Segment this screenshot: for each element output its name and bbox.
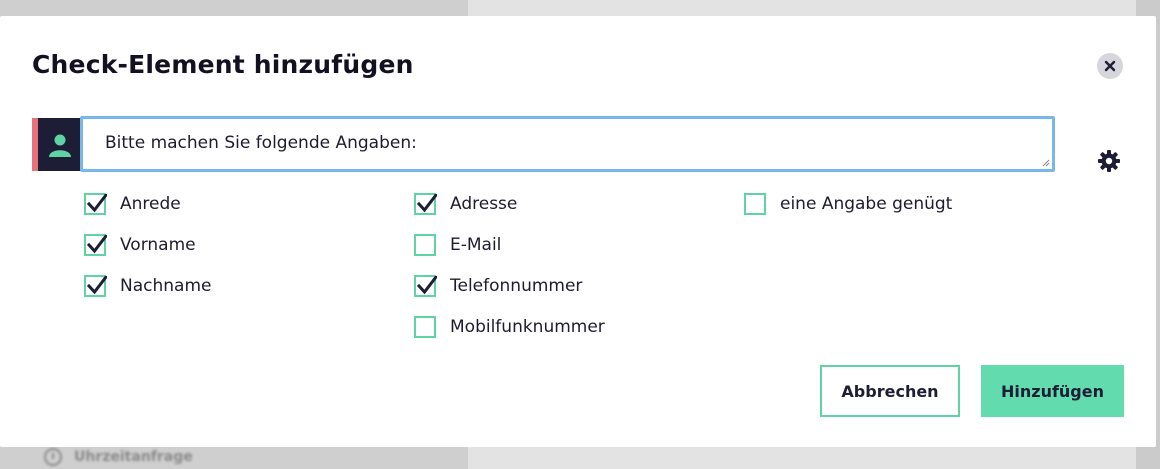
option-anrede[interactable]: Anrede — [84, 192, 181, 216]
checkbox-vorname[interactable] — [84, 234, 107, 256]
checkbox-mobilfunknummer[interactable] — [414, 316, 436, 338]
checkbox-email[interactable] — [414, 234, 436, 256]
option-label: Vorname — [120, 235, 196, 255]
cancel-button[interactable]: Abbrechen — [820, 365, 960, 417]
avatar — [38, 118, 82, 171]
prompt-text-value: Bitte machen Sie folgende Angaben: — [105, 133, 417, 153]
close-button[interactable] — [1097, 53, 1123, 79]
add-button-label: Hinzufügen — [1000, 381, 1104, 401]
checkbox-adresse[interactable] — [414, 193, 437, 215]
background-list-item-label: Uhrzeitanfrage — [74, 449, 193, 465]
option-label: Adresse — [450, 194, 518, 214]
close-icon — [1104, 60, 1116, 72]
settings-button[interactable] — [1095, 147, 1123, 175]
person-icon — [49, 134, 71, 157]
option-mobilfunknummer[interactable]: Mobilfunknummer — [414, 315, 605, 339]
add-button[interactable]: Hinzufügen — [981, 365, 1124, 417]
background-list-item: Uhrzeitanfrage — [44, 445, 193, 469]
checkbox-anrede[interactable] — [84, 193, 107, 215]
option-label: Anrede — [120, 194, 181, 214]
option-label: eine Angabe genügt — [780, 194, 953, 214]
option-label: E-Mail — [450, 235, 502, 255]
checkmark-icon — [417, 194, 437, 213]
option-telefonnummer[interactable]: Telefonnummer — [414, 274, 582, 298]
clock-icon — [44, 448, 62, 466]
gear-icon — [1098, 150, 1120, 172]
add-check-element-dialog: Check-Element hinzufügen Bitte machen Si… — [0, 16, 1156, 447]
checkbox-nachname[interactable] — [84, 275, 107, 297]
option-label: Nachname — [120, 276, 212, 296]
cancel-button-label: Abbrechen — [841, 381, 939, 401]
prompt-text-field[interactable]: Bitte machen Sie folgende Angaben: — [80, 116, 1055, 172]
option-email[interactable]: E-Mail — [414, 233, 501, 257]
checkmark-icon — [417, 276, 437, 295]
resize-handle-icon[interactable] — [1040, 157, 1050, 167]
option-adresse[interactable]: Adresse — [414, 192, 517, 216]
option-label: Telefonnummer — [450, 276, 583, 296]
checkmark-icon — [87, 235, 107, 254]
option-vorname[interactable]: Vorname — [84, 233, 196, 257]
option-label: Mobilfunknummer — [450, 317, 605, 337]
checkbox-eine-angabe-genuegt[interactable] — [744, 193, 766, 215]
checkbox-telefonnummer[interactable] — [414, 275, 437, 297]
option-nachname[interactable]: Nachname — [84, 274, 211, 298]
option-eine-angabe-genuegt[interactable]: eine Angabe genügt — [744, 192, 952, 216]
checkmark-icon — [87, 194, 107, 213]
checkmark-icon — [87, 276, 107, 295]
dialog-title: Check-Element hinzufügen — [32, 50, 414, 79]
